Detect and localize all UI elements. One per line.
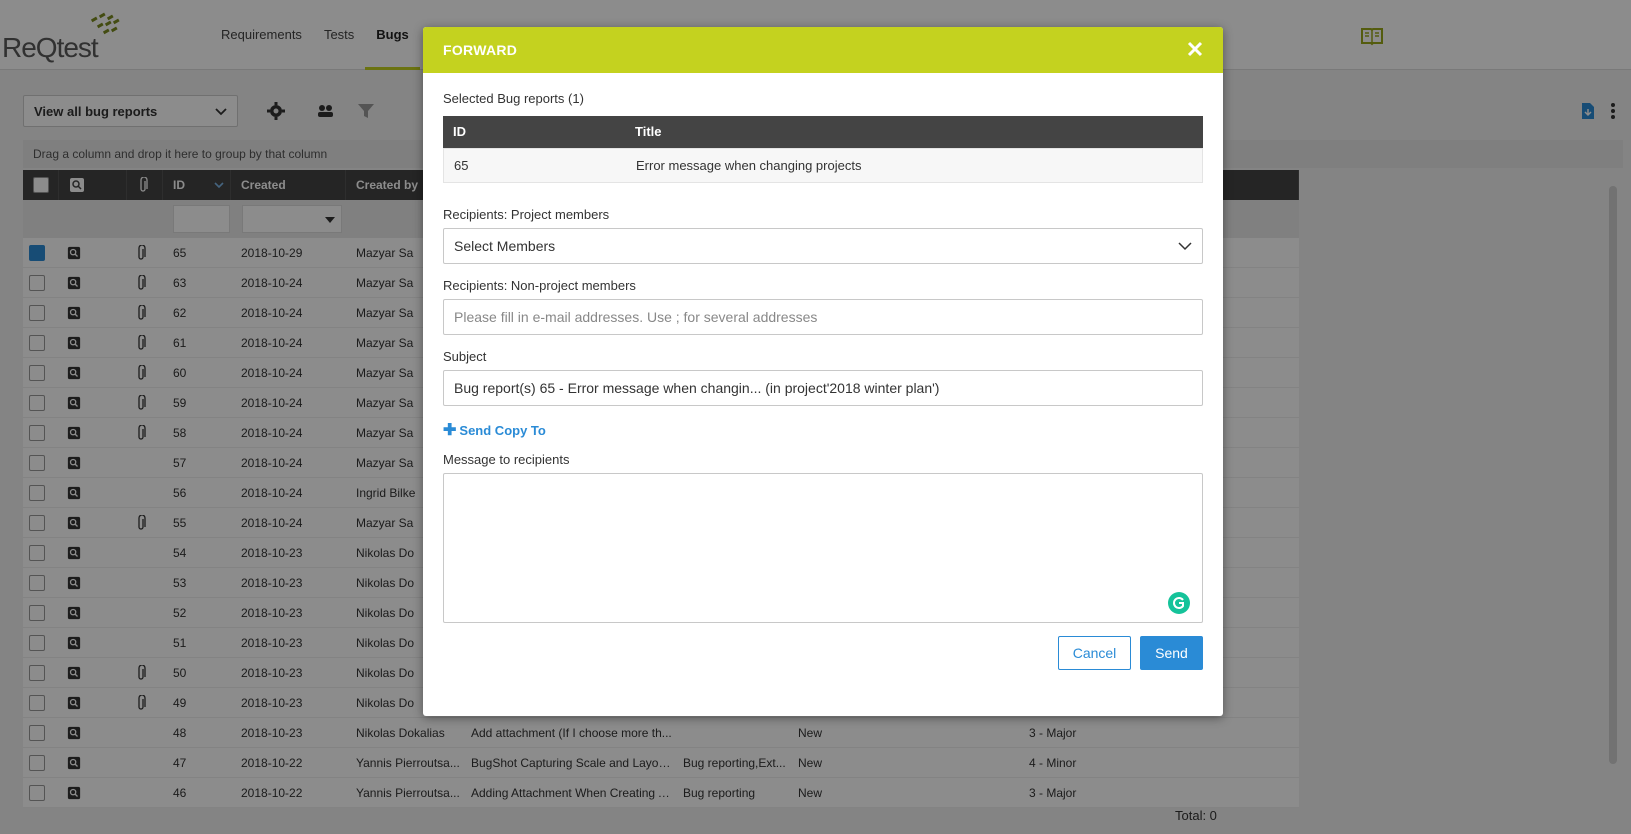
- cancel-button[interactable]: Cancel: [1058, 636, 1131, 670]
- selected-header-id: ID: [453, 124, 466, 139]
- selected-row-id: 65: [454, 158, 469, 173]
- dialog-title: FORWARD: [443, 42, 518, 58]
- selected-row-title: Error message when changing projects: [636, 158, 862, 173]
- subject-input[interactable]: Bug report(s) 65 - Error message when ch…: [443, 370, 1203, 406]
- project-members-select[interactable]: Select Members: [443, 228, 1203, 264]
- plus-icon: ✚: [443, 422, 457, 439]
- send-button[interactable]: Send: [1140, 636, 1203, 670]
- selected-table-row: 65 Error message when changing projects: [443, 148, 1203, 183]
- non-project-emails-input[interactable]: Please fill in e-mail addresses. Use ; f…: [443, 299, 1203, 335]
- selected-reports-table: ID Title 65 Error message when changing …: [443, 116, 1203, 183]
- selected-table-header: ID Title: [443, 116, 1203, 148]
- forward-dialog: FORWARD Selected Bug reports (1) ID Titl…: [423, 27, 1223, 716]
- message-label: Message to recipients: [443, 452, 570, 467]
- chevron-down-icon: [1178, 242, 1192, 251]
- send-copy-to-label: Send Copy To: [459, 423, 546, 438]
- send-copy-to-link[interactable]: ✚ Send Copy To: [443, 420, 546, 440]
- project-members-label: Recipients: Project members: [443, 207, 610, 222]
- message-textarea[interactable]: [443, 473, 1203, 623]
- dialog-header: FORWARD: [423, 27, 1223, 73]
- grammarly-icon[interactable]: [1168, 592, 1190, 614]
- subject-label: Subject: [443, 349, 487, 364]
- grammarly-g-glyph: [1173, 597, 1184, 609]
- project-members-value: Select Members: [454, 238, 556, 254]
- close-icon[interactable]: [1185, 39, 1205, 59]
- non-project-members-label: Recipients: Non-project members: [443, 278, 636, 293]
- selected-reports-label: Selected Bug reports (1): [443, 91, 584, 106]
- selected-header-title: Title: [635, 124, 662, 139]
